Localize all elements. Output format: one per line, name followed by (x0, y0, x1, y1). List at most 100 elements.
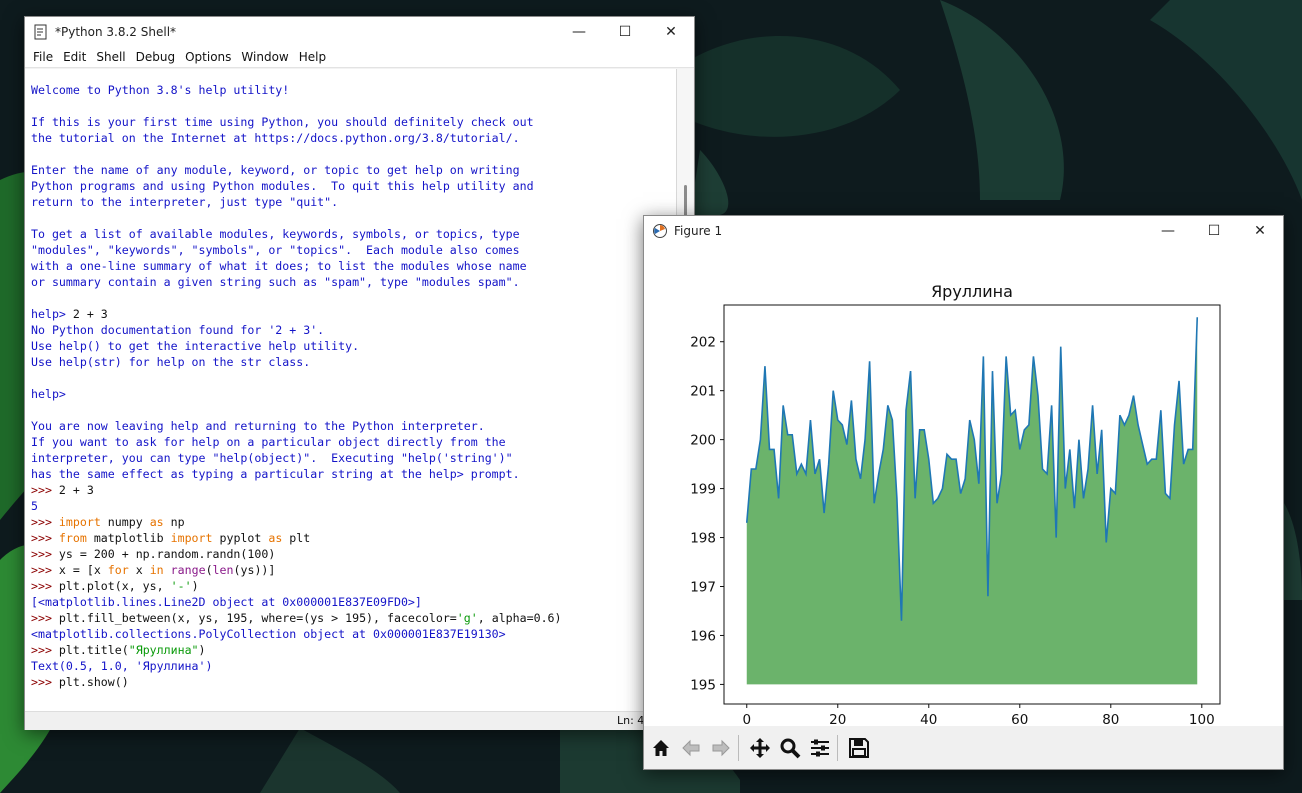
console-line: >>> plt.title("Яруллина") (31, 642, 676, 658)
minimize-button[interactable]: — (556, 17, 602, 47)
menu-edit[interactable]: Edit (63, 50, 86, 64)
home-icon[interactable] (648, 735, 674, 761)
chart: 0 20 40 60 80 100 195 196 197 198 199 200 201 202 Ярул… (690, 282, 1221, 728)
console-text: matplotlib (86, 531, 171, 545)
idle-shell-window: *Python 3.8.2 Shell* — ☐ ✕ File Edit She… (24, 16, 695, 730)
console-line: >>> plt.fill_between(x, ys, 195, where=(… (31, 610, 676, 626)
console-line: >>> from matplotlib import pyplot as plt (31, 530, 676, 546)
console-text: pyplot (212, 531, 269, 545)
console-line: help> 2 + 3 (31, 306, 676, 322)
y-tick-label: 198 (690, 531, 716, 547)
close-button[interactable]: ✕ (1237, 216, 1283, 246)
figure-titlebar[interactable]: Figure 1 — ☐ ✕ (644, 216, 1283, 246)
console-text: has the same effect as typing a particul… (31, 467, 520, 481)
navigation-toolbar (644, 726, 1283, 769)
console-text: Use help(str) for help on the str class. (31, 355, 311, 369)
console-text: or summary contain a given string such a… (31, 275, 520, 289)
console-line: If you want to ask for help on a particu… (31, 434, 676, 450)
console-text: np (163, 515, 185, 529)
console-text: , alpha=0.6) (477, 611, 562, 625)
shell-title: *Python 3.8.2 Shell* (55, 25, 177, 39)
console-text: You are now leaving help and returning t… (31, 419, 485, 433)
minimize-button[interactable]: — (1145, 216, 1191, 246)
console-text: ) (191, 579, 199, 593)
pan-icon[interactable] (747, 735, 773, 761)
console-text: (ys))] (233, 563, 276, 577)
menu-options[interactable]: Options (185, 50, 231, 64)
console-line: Use help() to get the interactive help u… (31, 338, 676, 354)
console-text: plt (282, 531, 311, 545)
y-tick-label: 196 (690, 628, 716, 644)
configure-icon[interactable] (807, 735, 833, 761)
save-icon[interactable] (846, 735, 872, 761)
console-text: Use help() to get the interactive help u… (31, 339, 360, 353)
console-line: with a one-line summary of what it does;… (31, 258, 676, 274)
console-text: ys = 200 + np.random.randn(100) (58, 547, 276, 561)
console-text: >>> (31, 483, 59, 497)
console-text: help> (31, 307, 73, 321)
menu-window[interactable]: Window (241, 50, 288, 64)
toolbar-separator (837, 734, 838, 761)
menu-debug[interactable]: Debug (136, 50, 175, 64)
console-line: To get a list of available modules, keyw… (31, 226, 676, 242)
console-line: "modules", "keywords", "symbols", or "to… (31, 242, 676, 258)
shell-titlebar[interactable]: *Python 3.8.2 Shell* — ☐ ✕ (25, 17, 694, 47)
zoom-icon[interactable] (777, 735, 803, 761)
menu-file[interactable]: File (33, 50, 53, 64)
console-text: Text(0.5, 1.0, 'Яруллина') (31, 659, 213, 673)
console-line: <matplotlib.collections.PolyCollection o… (31, 626, 676, 642)
console-text: ( (205, 563, 213, 577)
y-tick-label: 197 (690, 580, 716, 596)
console-text: numpy (100, 515, 150, 529)
console-line: or summary contain a given string such a… (31, 274, 676, 290)
console-text: >>> (31, 579, 59, 593)
maximize-button[interactable]: ☐ (1191, 216, 1237, 246)
status-bar: Ln: 4 (25, 711, 694, 730)
y-tick-label: 199 (690, 482, 716, 498)
console-line: Text(0.5, 1.0, 'Яруллина') (31, 658, 676, 674)
console-text: "modules", "keywords", "symbols", or "to… (31, 243, 520, 257)
console-text: as (268, 531, 283, 545)
console-text: >>> (31, 643, 59, 657)
console-text: >>> (31, 675, 59, 689)
console-line: >>> ys = 200 + np.random.randn(100) (31, 546, 676, 562)
console-text: >>> (31, 547, 59, 561)
console-line: No Python documentation found for '2 + 3… (31, 322, 676, 338)
console-text: with a one-line summary of what it does;… (31, 259, 527, 273)
menu-help[interactable]: Help (299, 50, 326, 64)
figure-title: Figure 1 (674, 224, 723, 238)
console-text: Enter the name of any module, keyword, o… (31, 163, 520, 177)
console-text: 2 + 3 (58, 483, 94, 497)
console-text: for (107, 563, 129, 577)
console-line: interpreter, you can type "help(object)"… (31, 450, 676, 466)
x-tick-label: 60 (1011, 712, 1028, 724)
console-text: return to the interpreter, just type "qu… (31, 195, 339, 209)
forward-icon[interactable] (708, 735, 734, 761)
console-text: If this is your first time using Python,… (31, 115, 534, 129)
status-line-number: Ln: 4 (617, 714, 645, 727)
x-tick-label: 20 (829, 712, 846, 724)
console-text: in (149, 563, 164, 577)
back-icon[interactable] (678, 735, 704, 761)
y-tick-label: 195 (690, 677, 716, 693)
console-text: range (170, 563, 206, 577)
matplotlib-icon (653, 224, 667, 238)
console-text: plt.title( (58, 643, 129, 657)
plot-canvas[interactable]: 0 20 40 60 80 100 195 196 197 198 199 200 201 202 Ярул… (644, 246, 1283, 728)
close-button[interactable]: ✕ (648, 17, 694, 47)
console-line: Welcome to Python 3.8's help utility! (31, 82, 676, 98)
console-text: >>> (31, 563, 59, 577)
console-text: the tutorial on the Internet at https://… (31, 131, 520, 145)
shell-console[interactable]: Welcome to Python 3.8's help utility! If … (25, 69, 677, 711)
console-line: >>> plt.plot(x, ys, '-') (31, 578, 676, 594)
toolbar-separator (738, 734, 739, 761)
maximize-button[interactable]: ☐ (602, 17, 648, 47)
figure-window: Figure 1 — ☐ ✕ 0 20 40 60 80 100 195 196 197 198 1… (643, 215, 1284, 770)
console-line: >>> plt.show() (31, 674, 676, 690)
menu-shell[interactable]: Shell (96, 50, 125, 64)
console-line: [<matplotlib.lines.Line2D object at 0x00… (31, 594, 676, 610)
console-text: import (170, 531, 213, 545)
